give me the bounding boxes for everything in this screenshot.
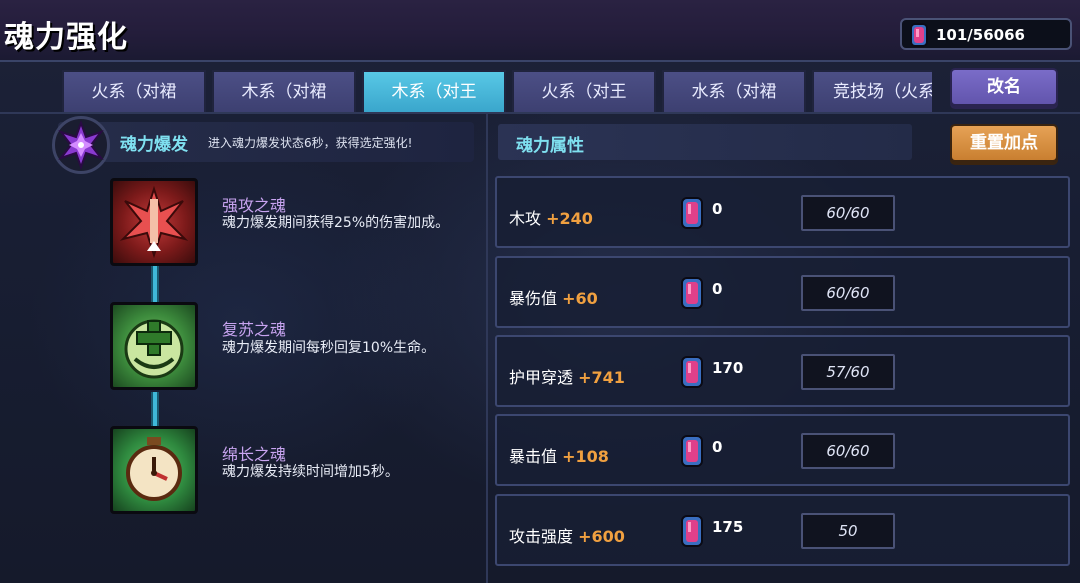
soul-gem-icon (910, 23, 928, 47)
soul-gem-icon (681, 356, 703, 388)
tab-wood-vs-mobs[interactable]: 木系（对裙 (212, 70, 356, 112)
soul-gem-icon (681, 197, 703, 229)
attribute-bonus: +60 (562, 289, 598, 308)
attribute-bonus: +741 (578, 368, 625, 387)
page-title: 魂力强化 (4, 20, 128, 55)
currency-display: 101/56066 (900, 18, 1072, 50)
attribute-row[interactable]: 暴伤值 +60 0 60/60 (495, 256, 1070, 328)
attribute-cost: 0 (712, 438, 723, 456)
attribute-row[interactable]: 暴击值 +108 0 60/60 (495, 414, 1070, 486)
attribute-label: 木攻 +240 (509, 209, 593, 228)
attribute-label: 暴击值 +108 (509, 447, 609, 466)
top-bar: 魂力强化 101/56066 (0, 0, 1080, 62)
rename-button[interactable]: 改名 (950, 68, 1058, 106)
tab-arena-fire[interactable]: 竞技场（火系 (812, 70, 932, 112)
attribute-cost: 0 (712, 200, 723, 218)
skill-chain-connector (151, 266, 159, 306)
attribute-label: 暴伤值 +60 (509, 289, 598, 308)
attribute-progress: 50 (801, 513, 895, 549)
tab-fire-vs-mobs[interactable]: 火系（对裙 (62, 70, 206, 112)
tabs-divider (0, 112, 1080, 114)
attribute-progress: 60/60 (801, 433, 895, 469)
attribute-cost: 0 (712, 280, 723, 298)
soul-gem-icon (681, 515, 703, 547)
attribute-row[interactable]: 木攻 +240 0 60/60 (495, 176, 1070, 248)
attribute-progress: 60/60 (801, 275, 895, 311)
attribute-bonus: +108 (562, 447, 609, 466)
currency-value: 101/56066 (936, 26, 1025, 44)
red-crossed-swords-icon[interactable] (110, 178, 198, 266)
attribute-bonus: +600 (578, 527, 625, 546)
attribute-row[interactable]: 攻击强度 +600 175 50 (495, 494, 1070, 566)
soul-gem-icon (681, 435, 703, 467)
attribute-label: 护甲穿透 +741 (509, 368, 625, 387)
attribute-progress: 57/60 (801, 354, 895, 390)
soul-burst-emblem-icon (52, 116, 110, 174)
soul-gem-icon (681, 277, 703, 309)
attribute-label: 攻击强度 +600 (509, 527, 625, 546)
skill-description: 魂力爆发期间获得25%的伤害加成。 (222, 215, 450, 231)
burst-description: 进入魂力爆发状态6秒，获得选定强化! (208, 136, 413, 150)
skill-description: 魂力爆发持续时间增加5秒。 (222, 464, 399, 480)
skill-description: 魂力爆发期间每秒回复10%生命。 (222, 340, 436, 356)
burst-title: 魂力爆发 (120, 135, 188, 155)
tab-fire-vs-boss[interactable]: 火系（对王 (512, 70, 656, 112)
tab-water-vs-mobs[interactable]: 水系（对裙 (662, 70, 806, 112)
attribute-cost: 175 (712, 518, 744, 536)
skill-name: 复苏之魂 (222, 320, 287, 339)
skill-chain-connector (151, 392, 159, 428)
green-clock-icon[interactable] (110, 426, 198, 514)
attribute-bonus: +240 (546, 209, 593, 228)
panel-divider (486, 114, 488, 583)
reset-points-button[interactable]: 重置加点 (950, 124, 1058, 162)
attribute-progress: 60/60 (801, 195, 895, 231)
tab-wood-vs-boss[interactable]: 木系（对王 (362, 70, 506, 112)
attributes-title: 魂力属性 (516, 136, 584, 156)
attribute-row[interactable]: 护甲穿透 +741 170 57/60 (495, 335, 1070, 407)
green-healing-cross-icon[interactable] (110, 302, 198, 390)
attribute-cost: 170 (712, 359, 744, 377)
loadout-tabs: 火系（对裙 木系（对裙 木系（对王 火系（对王 水系（对裙 竞技场（火系 (62, 70, 932, 112)
